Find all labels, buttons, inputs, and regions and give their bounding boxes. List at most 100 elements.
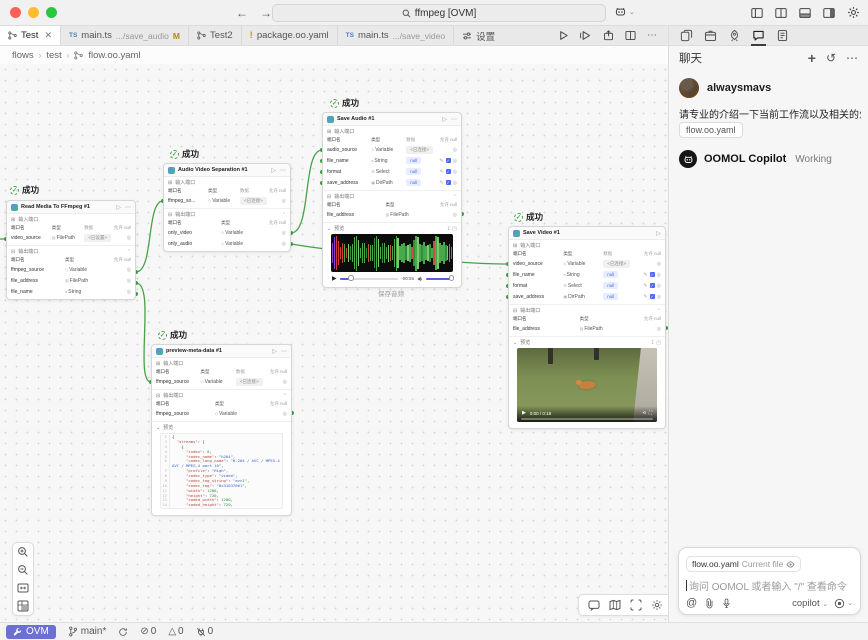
tab-main-ts-save-audio[interactable]: TS main.ts .../save_audio M (61, 26, 189, 45)
plus-icon[interactable]: ⊞ (513, 243, 517, 249)
null-toggle-icon[interactable]: ◎ (453, 180, 457, 186)
tab-test[interactable]: Test ✕ (0, 26, 61, 45)
play-icon[interactable]: ▶ (522, 410, 526, 416)
null-toggle-icon[interactable]: ◎ (127, 235, 131, 241)
minus-icon[interactable]: ⊟ (156, 393, 160, 399)
export-icon[interactable] (603, 30, 614, 41)
attached-file-chip[interactable]: flow.oo.yaml (679, 122, 743, 138)
edit-icon[interactable]: ✎ (643, 272, 647, 278)
edit-icon[interactable]: ✎ (439, 158, 443, 164)
minus-icon[interactable]: ⊟ (513, 308, 517, 314)
panel-tab-deploy[interactable] (727, 26, 742, 46)
null-checkbox[interactable]: ✓ (446, 169, 451, 174)
assistant-menu-button[interactable]: ⌄ (614, 5, 635, 18)
run-node-icon[interactable]: ▷ (271, 167, 276, 174)
problems-errors[interactable]: ⊘0 (140, 626, 156, 637)
node-header[interactable]: Read Media To FFmpeg #1 ▷⋯ (7, 201, 135, 214)
sync-button[interactable] (118, 627, 128, 637)
history-back-icon[interactable]: ← (236, 6, 248, 20)
run-flow-icon[interactable] (558, 30, 569, 41)
command-center-search[interactable]: ffmpeg [OVM] (272, 4, 606, 22)
mention-icon[interactable]: @ (686, 597, 697, 609)
node-read-media[interactable]: Read Media To FFmpeg #1 ▷⋯ ⊞输入端口 端口名类型数据… (6, 200, 136, 300)
null-toggle-icon[interactable]: ◎ (283, 411, 287, 417)
plus-icon[interactable]: ⊞ (156, 361, 160, 367)
plus-icon[interactable]: ⊞ (327, 129, 331, 135)
speaker-icon[interactable] (417, 276, 423, 282)
expand-icon[interactable]: ◳ (452, 226, 457, 232)
fit-view-icon[interactable] (17, 582, 29, 594)
git-branch[interactable]: main* (68, 626, 107, 637)
play-icon[interactable]: ▶ (332, 275, 337, 282)
close-icon[interactable]: ✕ (44, 30, 52, 41)
null-toggle-icon[interactable]: ◎ (282, 198, 286, 204)
settings-tab[interactable]: 设置 (454, 26, 503, 45)
attach-icon[interactable] (705, 598, 714, 609)
fullscreen-icon[interactable]: ⛶ (649, 410, 652, 416)
chat-input-box[interactable]: flow.oo.yaml Current file 询问 OOMOL 或者输入 … (678, 547, 861, 615)
canvas-settings-icon[interactable] (651, 599, 663, 611)
send-mode-button[interactable]: ⌄ (834, 598, 853, 609)
null-checkbox[interactable]: ✓ (650, 294, 655, 299)
tab-test2[interactable]: Test2 (189, 26, 242, 45)
history-icon[interactable]: ↺ (826, 51, 836, 65)
collapse-icon[interactable]: ⌃ (127, 249, 131, 255)
new-chat-icon[interactable]: + (808, 50, 816, 66)
flow-canvas[interactable]: ✓成功 ✓成功 ✓成功 ✓成功 ✓成功 Read Media To FFmpeg… (0, 64, 668, 622)
minus-icon[interactable]: ⊟ (327, 194, 331, 200)
problems-warnings[interactable]: △0 (168, 626, 183, 637)
minus-icon[interactable]: ⊟ (11, 249, 15, 255)
edit-icon[interactable]: ✎ (643, 283, 647, 289)
null-toggle-icon[interactable]: ◎ (657, 283, 661, 289)
more-actions-icon[interactable]: ⋯ (647, 30, 658, 41)
null-toggle-icon[interactable]: ◎ (657, 294, 661, 300)
null-toggle-icon[interactable]: ◎ (283, 379, 287, 385)
context-file-chip[interactable]: flow.oo.yaml Current file (686, 556, 801, 572)
plus-icon[interactable]: ⊞ (11, 217, 15, 223)
run-all-icon[interactable] (580, 30, 592, 41)
chat-input[interactable]: 询问 OOMOL 或者输入 "/" 查看命令 (686, 578, 853, 593)
chevron-down-icon[interactable]: ⌄ (327, 226, 331, 232)
minimize-window-button[interactable] (28, 7, 39, 18)
null-toggle-icon[interactable]: ◎ (657, 261, 661, 267)
null-toggle-icon[interactable]: ◎ (127, 278, 131, 284)
node-preview-meta-data[interactable]: preview-meta-data #1 ▷⋯ ⊞输入端口 端口名类型数据允许 … (151, 344, 292, 516)
minimap-icon[interactable] (17, 600, 29, 612)
video-progress[interactable] (521, 418, 653, 420)
node-header[interactable]: Save Audio #1 ▷⋯ (323, 113, 461, 126)
null-toggle-icon[interactable]: ◎ (453, 212, 457, 218)
node-more-icon[interactable]: ⋯ (280, 167, 286, 174)
null-checkbox[interactable]: ✓ (446, 180, 451, 185)
settings-gear-icon[interactable] (847, 6, 860, 19)
history-forward-icon[interactable]: → (260, 6, 272, 20)
run-node-icon[interactable]: ▷ (656, 230, 661, 237)
json-preview[interactable]: 1{2 "streams": [3 {4 "index": 0,5 "codec… (160, 433, 283, 509)
close-window-button[interactable] (10, 7, 21, 18)
chevron-down-icon[interactable]: ⌄ (513, 340, 517, 346)
volume-icon[interactable]: ⊲ (642, 410, 646, 416)
tab-package-oo-yaml[interactable]: ! package.oo.yaml (242, 26, 338, 45)
run-node-icon[interactable]: ▷ (272, 348, 277, 355)
split-editor-icon[interactable] (775, 7, 787, 19)
null-toggle-icon[interactable]: ◎ (453, 169, 457, 175)
null-toggle-icon[interactable]: ◎ (657, 272, 661, 278)
panel-tab-packages[interactable] (703, 26, 718, 46)
zoom-out-icon[interactable] (17, 564, 29, 576)
download-icon[interactable]: ↧ (447, 226, 451, 232)
node-save-video[interactable]: Save Video #1 ▷ ⊞输入端口 端口名类型数据允许 null vid… (508, 226, 666, 429)
split-view-icon[interactable] (625, 30, 636, 41)
eye-icon[interactable] (786, 561, 795, 568)
toggle-primary-sidebar-icon[interactable] (751, 7, 763, 19)
null-toggle-icon[interactable]: ◎ (657, 326, 661, 332)
ovm-badge[interactable]: OVM (6, 625, 56, 639)
more-icon[interactable]: ⋯ (846, 51, 858, 65)
collapse-icon[interactable]: ⌃ (657, 308, 661, 314)
null-toggle-icon[interactable]: ◎ (453, 147, 457, 153)
node-more-icon[interactable]: ⋯ (125, 204, 131, 211)
minus-icon[interactable]: ⊟ (168, 212, 172, 218)
volume-slider[interactable] (426, 278, 452, 280)
select-area-icon[interactable] (630, 599, 642, 611)
panel-tab-explorer[interactable] (679, 26, 694, 46)
run-node-icon[interactable]: ▷ (116, 204, 121, 211)
zoom-in-icon[interactable] (17, 546, 29, 558)
